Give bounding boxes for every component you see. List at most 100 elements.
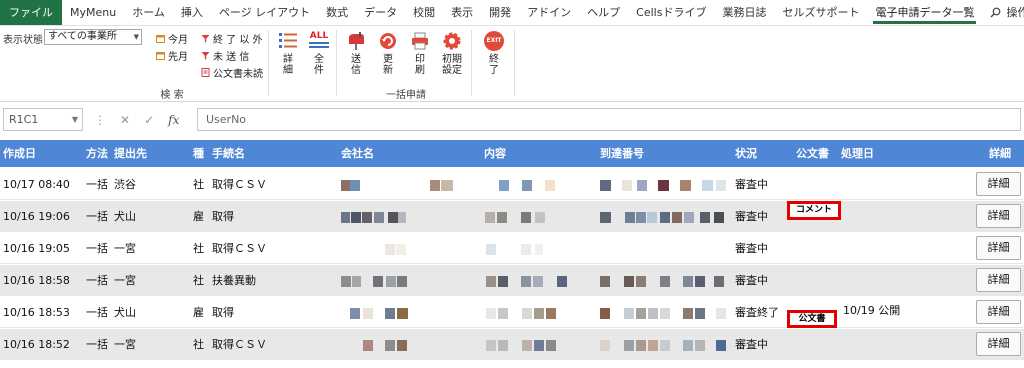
tab-view[interactable]: 表示: [443, 0, 481, 25]
detail-button[interactable]: 詳細: [976, 204, 1021, 228]
detail-button[interactable]: 詳細: [976, 268, 1021, 292]
tab-e-application-list[interactable]: 電子申請データ一覧: [867, 0, 982, 25]
name-box[interactable]: R1C1 ▼: [3, 108, 83, 131]
printer-icon: [412, 32, 428, 50]
tab-page-layout[interactable]: ページ レイアウト: [211, 0, 318, 25]
formula-input[interactable]: UserNo: [197, 108, 1021, 131]
cell-status: 審査中: [735, 274, 768, 287]
chevron-down-icon: ▼: [133, 33, 139, 41]
table-header: 作成日 方法 提出先 種 手続名 会社名 内容 到達番号 状況 公文書 処理日 …: [0, 140, 1024, 167]
print-button[interactable]: 印刷: [405, 31, 435, 76]
detail-button[interactable]: 詳細: [976, 332, 1021, 356]
exit-label-1: 終: [489, 54, 499, 65]
detail-button[interactable]: 詳細: [976, 236, 1021, 260]
tab-data[interactable]: データ: [356, 0, 405, 25]
tab-cells-drive[interactable]: Cellsドライブ: [628, 0, 714, 25]
check-icon[interactable]: ✓: [144, 113, 154, 127]
tell-me-search[interactable]: 操作アシスト: [982, 0, 1024, 25]
formula-controls: ⋮ ✕ ✓ fx: [90, 108, 194, 131]
cell-status: 審査中: [735, 210, 768, 223]
cancel-icon[interactable]: ✕: [120, 113, 130, 127]
tab-insert[interactable]: 挿入: [173, 0, 211, 25]
detail-label-2: 細: [283, 65, 293, 76]
status-dropdown[interactable]: すべての事業所 ▼: [44, 29, 142, 45]
more-icon[interactable]: ⋮: [94, 113, 106, 127]
cell-proc: 取得ＣＳＶ: [212, 178, 267, 191]
exit-button[interactable]: EXIT 終了: [479, 31, 509, 76]
tab-review[interactable]: 校閲: [405, 0, 443, 25]
table-row: 10/16 18:58 一括 一宮 社 扶養異動 審査中 詳細: [0, 265, 1024, 296]
status-dropdown-value: すべての事業所: [48, 31, 117, 42]
send-label-2: 信: [351, 65, 361, 76]
all-icon-text: ALL: [309, 31, 329, 41]
header-doc: 公文書: [796, 147, 829, 160]
table-row: 10/16 19:05 一括 一宮 社 取得ＣＳＶ 審査中 詳細: [0, 233, 1024, 264]
cell-dest: 犬山: [114, 306, 136, 319]
group-separator: [514, 30, 515, 96]
tab-mymenu[interactable]: MyMenu: [62, 0, 124, 25]
cell-date: 10/16 19:05: [3, 242, 70, 255]
tab-formulas[interactable]: 数式: [318, 0, 356, 25]
detail-button[interactable]: 詳細: [273, 31, 303, 76]
cell-method: 一括: [86, 338, 108, 351]
group-separator: [268, 30, 269, 96]
cell-proc: 取得: [212, 306, 234, 319]
header-status: 状況: [735, 147, 757, 160]
group-label-search: 検 索: [160, 90, 184, 101]
tab-home[interactable]: ホーム: [124, 0, 173, 25]
cell-dest: 一宮: [114, 338, 136, 351]
status-label: 表示状態: [3, 35, 43, 46]
detail-button[interactable]: 詳細: [976, 172, 1021, 196]
ribbon: 表示状態 すべての事業所 ▼ 今月 先月 終 了 以 外 未 送 信 公文書未読: [0, 26, 1024, 102]
fx-icon[interactable]: fx: [168, 113, 179, 127]
not-done-filter-button[interactable]: 終 了 以 外: [201, 31, 263, 46]
calendar-icon: [156, 52, 165, 60]
cell-proc: 取得ＣＳＶ: [212, 242, 267, 255]
cell-method: 一括: [86, 178, 108, 191]
cell-method: 一括: [86, 274, 108, 287]
header-dest: 提出先: [114, 147, 147, 160]
group-label-batch: 一括申請: [386, 90, 426, 101]
ribbon-tabs: ファイル MyMenu ホーム 挿入 ページ レイアウト 数式 データ 校閲 表…: [0, 0, 1024, 26]
cell-kind: 社: [193, 338, 204, 351]
cell-method: 一括: [86, 210, 108, 223]
detail-button[interactable]: 詳細: [976, 300, 1021, 324]
cell-date: 10/16 18:52: [3, 338, 70, 351]
all-label-1: 全: [314, 54, 324, 65]
cell-dest: 一宮: [114, 242, 136, 255]
init-label-2: 設定: [442, 65, 462, 76]
tab-addins[interactable]: アドイン: [519, 0, 579, 25]
cell-kind: 雇: [193, 306, 204, 319]
cell-kind: 社: [193, 242, 204, 255]
refresh-label-2: 新: [383, 65, 393, 76]
init-settings-button[interactable]: 初期 設定: [437, 31, 467, 76]
doc-unread-filter-button[interactable]: 公文書未読: [201, 65, 263, 80]
tab-developer[interactable]: 開発: [481, 0, 519, 25]
unsent-filter-button[interactable]: 未 送 信: [201, 48, 249, 63]
tab-cells-support[interactable]: セルズサポート: [774, 0, 867, 25]
comment-highlight[interactable]: コメント: [787, 201, 841, 220]
tab-file[interactable]: ファイル: [0, 0, 62, 25]
tab-help[interactable]: ヘルプ: [579, 0, 628, 25]
table-row: 10/16 19:06 一括 犬山 雇 取得 審査中 コメント 詳細: [0, 201, 1024, 232]
send-button[interactable]: 送信: [341, 31, 371, 76]
filter-icon: [201, 52, 210, 60]
header-detail: 詳細: [989, 147, 1011, 160]
refresh-button[interactable]: 更新: [373, 31, 403, 76]
header-company: 会社名: [341, 147, 374, 160]
exit-icon: EXIT: [484, 31, 504, 51]
excel-window: ファイル MyMenu ホーム 挿入 ページ レイアウト 数式 データ 校閲 表…: [0, 0, 1024, 368]
prev-month-button[interactable]: 先月: [156, 48, 188, 63]
chevron-down-icon: ▼: [71, 115, 78, 124]
all-button[interactable]: ALL 全件: [304, 31, 334, 76]
this-month-button[interactable]: 今月: [156, 31, 188, 46]
tab-work-diary[interactable]: 業務日誌: [714, 0, 774, 25]
not-done-label: 終 了 以 外: [213, 35, 263, 46]
print-label-1: 印: [415, 54, 425, 65]
cell-method: 一括: [86, 306, 108, 319]
detail-label-1: 詳: [283, 54, 293, 65]
header-content: 内容: [484, 147, 506, 160]
doc-highlight[interactable]: 公文書: [787, 310, 837, 328]
cell-dest: 犬山: [114, 210, 136, 223]
this-month-label: 今月: [168, 35, 188, 46]
